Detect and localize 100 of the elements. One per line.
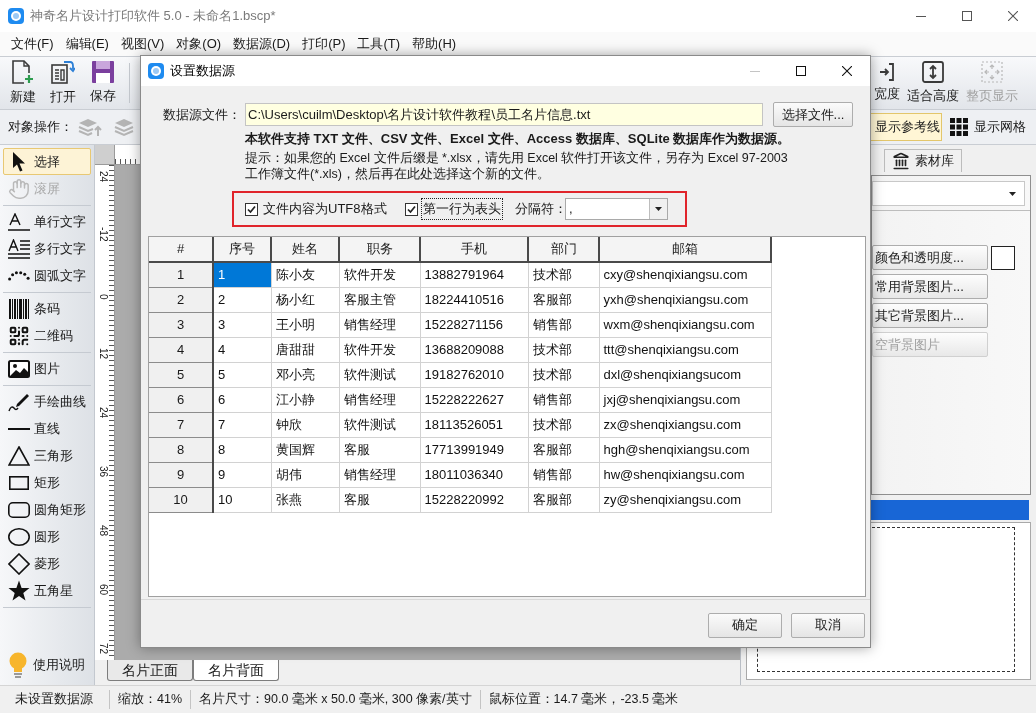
table-cell[interactable]: 17713991949 xyxy=(420,437,528,462)
tool-button[interactable]: 多行文字 xyxy=(3,235,91,262)
tool-button[interactable]: 菱形 xyxy=(3,550,91,577)
table-cell[interactable]: 邓小亮 xyxy=(271,362,339,387)
table-cell[interactable]: 软件开发 xyxy=(339,262,420,287)
table-cell[interactable]: 13688209088 xyxy=(420,337,528,362)
help-button[interactable]: 使用说明 xyxy=(3,649,91,681)
row-header[interactable]: 5 xyxy=(149,362,213,387)
table-cell[interactable]: 销售经理 xyxy=(339,387,420,412)
table-cell[interactable]: 4 xyxy=(213,337,271,362)
table-cell[interactable]: cxy@shenqixiangsu.com xyxy=(599,262,771,287)
table-cell[interactable]: 客服部 xyxy=(528,287,599,312)
tool-button[interactable]: 矩形 xyxy=(3,469,91,496)
tool-button[interactable]: 手绘曲线 xyxy=(3,388,91,415)
table-cell[interactable]: 唐甜甜 xyxy=(271,337,339,362)
table-cell[interactable]: 客服 xyxy=(339,487,420,512)
table-cell[interactable]: 黄国辉 xyxy=(271,437,339,462)
checkbox-icon[interactable] xyxy=(245,202,258,216)
dropdown-field[interactable] xyxy=(872,181,1025,206)
page-tab[interactable]: 名片正面 xyxy=(107,660,193,681)
choose-file-button[interactable]: 选择文件... xyxy=(773,102,853,127)
table-cell[interactable]: 15228222627 xyxy=(420,387,528,412)
row-header[interactable]: 8 xyxy=(149,437,213,462)
table-cell[interactable]: 钟欣 xyxy=(271,412,339,437)
table-cell[interactable]: 软件开发 xyxy=(339,337,420,362)
tool-button[interactable]: 五角星 xyxy=(3,577,91,604)
table-cell[interactable]: zy@shenqixiangsu.com xyxy=(599,487,771,512)
tool-button[interactable]: 选择 xyxy=(3,148,91,175)
panel-button[interactable]: 其它背景图片... xyxy=(872,303,988,328)
table-cell[interactable]: 18224410516 xyxy=(420,287,528,312)
column-header[interactable]: 邮箱 xyxy=(599,237,771,262)
panel-button[interactable]: 颜色和透明度... xyxy=(872,245,988,270)
menu-item[interactable]: 工具(T) xyxy=(351,32,407,56)
table-cell[interactable]: 销售经理 xyxy=(339,462,420,487)
row-header[interactable]: 10 xyxy=(149,487,213,512)
table-cell[interactable]: 客服部 xyxy=(528,487,599,512)
table-cell[interactable]: 技术部 xyxy=(528,362,599,387)
table-cell[interactable]: 18011036340 xyxy=(420,462,528,487)
row-header[interactable]: 2 xyxy=(149,287,213,312)
menu-item[interactable]: 对象(O) xyxy=(170,32,228,56)
menu-item[interactable]: 帮助(H) xyxy=(406,32,463,56)
menu-item[interactable]: 视图(V) xyxy=(114,32,171,56)
table-cell[interactable]: 技术部 xyxy=(528,412,599,437)
table-cell[interactable]: 3 xyxy=(213,312,271,337)
checkbox-label[interactable]: 第一行为表头 xyxy=(421,198,503,220)
table-cell[interactable]: 13882791964 xyxy=(420,262,528,287)
tool-button[interactable]: 单行文字 xyxy=(3,208,91,235)
table-cell[interactable]: 10 xyxy=(213,487,271,512)
tool-button[interactable]: 三角形 xyxy=(3,442,91,469)
table-cell[interactable]: 张燕 xyxy=(271,487,339,512)
table-cell[interactable]: 15228271156 xyxy=(420,312,528,337)
table-cell[interactable]: 9 xyxy=(213,462,271,487)
menu-item[interactable]: 数据源(D) xyxy=(227,32,297,56)
menu-item[interactable]: 打印(P) xyxy=(296,32,352,56)
menu-item[interactable]: 文件(F) xyxy=(5,32,60,56)
row-header[interactable]: 3 xyxy=(149,312,213,337)
file-path-field[interactable]: C:\Users\cuilm\Desktop\名片设计软件教程\员工名片信息.txt xyxy=(245,103,763,126)
corner-header[interactable]: # xyxy=(149,237,213,262)
table-cell[interactable]: zx@shenqixiangsu.com xyxy=(599,412,771,437)
tool-button[interactable]: 二维码 xyxy=(3,322,91,349)
tool-button[interactable]: 圆弧文字 xyxy=(3,262,91,289)
tool-button[interactable]: 条码 xyxy=(3,295,91,322)
fit-height-button[interactable]: 适合高度 xyxy=(907,58,959,108)
column-header[interactable]: 职务 xyxy=(339,237,420,262)
checkbox-label[interactable]: 文件内容为UTF8格式 xyxy=(261,198,389,220)
separator-dropdown[interactable]: , xyxy=(565,198,668,220)
row-header[interactable]: 6 xyxy=(149,387,213,412)
table-cell[interactable]: 2 xyxy=(213,287,271,312)
column-header[interactable]: 部门 xyxy=(528,237,599,262)
column-header[interactable]: 序号 xyxy=(213,237,271,262)
column-header[interactable]: 手机 xyxy=(420,237,528,262)
table-cell[interactable]: 技术部 xyxy=(528,262,599,287)
table-cell[interactable]: 7 xyxy=(213,412,271,437)
table-cell[interactable]: hw@shenqixiangsu.com xyxy=(599,462,771,487)
table-cell[interactable]: 技术部 xyxy=(528,337,599,362)
fit-width-button[interactable]: 宽度 xyxy=(874,58,900,108)
table-cell[interactable]: dxl@shenqixiangsucom xyxy=(599,362,771,387)
table-cell[interactable]: 销售经理 xyxy=(339,312,420,337)
tool-button[interactable]: 图片 xyxy=(3,355,91,382)
page-tab[interactable]: 名片背面 xyxy=(193,660,279,681)
table-cell[interactable]: 销售部 xyxy=(528,462,599,487)
table-cell[interactable]: jxj@shenqixiangsu.com xyxy=(599,387,771,412)
table-cell[interactable]: 销售部 xyxy=(528,387,599,412)
table-cell[interactable]: 客服主管 xyxy=(339,287,420,312)
color-swatch-icon[interactable] xyxy=(991,245,1015,270)
cancel-button[interactable]: 取消 xyxy=(791,612,865,638)
table-cell[interactable]: 8 xyxy=(213,437,271,462)
row-header[interactable]: 9 xyxy=(149,462,213,487)
tool-button[interactable]: 圆角矩形 xyxy=(3,496,91,523)
checkbox-icon[interactable] xyxy=(405,202,418,216)
tool-button[interactable]: 直线 xyxy=(3,415,91,442)
table-cell[interactable]: 胡伟 xyxy=(271,462,339,487)
table-cell[interactable]: wxm@shenqixiangsu.com xyxy=(599,312,771,337)
table-cell[interactable]: 客服部 xyxy=(528,437,599,462)
show-grid-toggle[interactable]: 显示网格 xyxy=(946,113,1030,141)
column-header[interactable]: 姓名 xyxy=(271,237,339,262)
table-cell[interactable]: 19182762010 xyxy=(420,362,528,387)
table-cell[interactable]: 5 xyxy=(213,362,271,387)
tool-button[interactable]: 圆形 xyxy=(3,523,91,550)
table-cell[interactable]: hgh@shenqixiangsu.com xyxy=(599,437,771,462)
